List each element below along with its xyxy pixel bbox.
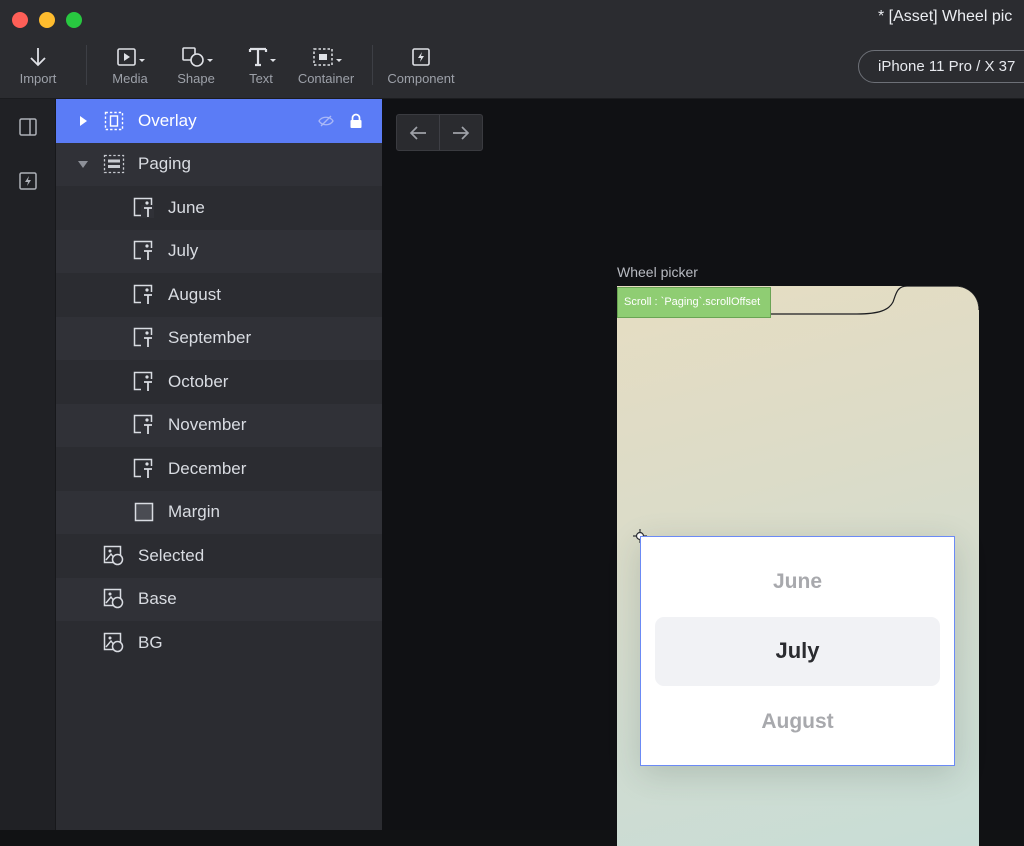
arrow-left-icon	[409, 125, 426, 140]
layer-row-selected[interactable]: Selected	[56, 534, 382, 578]
shape-button[interactable]: Shape	[173, 44, 219, 90]
text-layer-icon	[133, 284, 155, 306]
layer-row-margin[interactable]: Margin	[56, 490, 382, 534]
layer-row-october[interactable]: October	[56, 360, 382, 404]
text-layer-icon	[133, 458, 155, 480]
container-icon	[103, 110, 125, 132]
design-canvas[interactable]: Wheel picker Scroll : `Paging`.scrollOff…	[382, 99, 1024, 846]
text-icon	[242, 44, 280, 70]
wheel-picker[interactable]: June July August	[640, 536, 955, 766]
container-icon	[296, 44, 356, 70]
layer-row-base[interactable]: Base	[56, 577, 382, 621]
text-button[interactable]: Text	[242, 44, 280, 90]
import-button[interactable]: Import	[14, 44, 62, 90]
minimize-window-button[interactable]	[39, 12, 55, 28]
arrow-right-icon	[453, 125, 470, 140]
left-rail	[0, 99, 56, 830]
close-window-button[interactable]	[12, 12, 28, 28]
picker-item-selected[interactable]: July	[641, 638, 954, 664]
layer-row-july[interactable]: July	[56, 229, 382, 273]
shape-layer-icon	[103, 588, 125, 610]
media-icon	[107, 44, 153, 70]
component-button[interactable]: Component	[385, 44, 457, 90]
shape-icon	[173, 44, 219, 70]
forward-button[interactable]	[440, 115, 482, 150]
layer-row-november[interactable]: November	[56, 403, 382, 447]
rectangle-icon	[133, 501, 155, 523]
window-title: * [Asset] Wheel pic	[878, 8, 1013, 25]
layers-panel-icon[interactable]	[17, 116, 39, 138]
text-layer-icon	[133, 327, 155, 349]
components-panel-icon[interactable]	[17, 170, 39, 192]
text-layer-icon	[133, 414, 155, 436]
history-nav	[396, 114, 483, 151]
picker-item-above[interactable]: June	[641, 570, 954, 594]
text-layer-icon	[133, 197, 155, 219]
layer-row-september[interactable]: September	[56, 316, 382, 360]
layer-row-june[interactable]: June	[56, 186, 382, 230]
picker-item-below[interactable]: August	[641, 710, 954, 734]
layer-row-december[interactable]: December	[56, 447, 382, 491]
hidden-eye-icon[interactable]	[318, 113, 334, 129]
layer-row-paging[interactable]: Paging	[56, 142, 382, 186]
collapse-triangle-icon[interactable]	[77, 158, 89, 170]
shape-layer-icon	[103, 545, 125, 567]
paging-icon	[103, 153, 125, 175]
container-button[interactable]: Container	[296, 44, 356, 90]
toolbar-divider	[372, 45, 373, 85]
lock-icon[interactable]	[348, 113, 364, 129]
media-button[interactable]: Media	[107, 44, 153, 90]
layer-row-august[interactable]: August	[56, 273, 382, 317]
zoom-window-button[interactable]	[66, 12, 82, 28]
component-icon	[385, 44, 457, 70]
expand-triangle-icon[interactable]	[77, 115, 89, 127]
text-layer-icon	[133, 371, 155, 393]
layer-row-bg[interactable]: BG	[56, 621, 382, 665]
device-selector[interactable]: iPhone 11 Pro / X 37	[858, 50, 1024, 83]
title-toolbar: * [Asset] Wheel pic Import Media Shape T…	[0, 0, 1024, 99]
layer-row-overlay[interactable]: Overlay	[56, 99, 382, 143]
frame-label[interactable]: Wheel picker	[617, 264, 698, 280]
toolbar-divider	[86, 45, 87, 85]
shape-layer-icon	[103, 632, 125, 654]
back-button[interactable]	[397, 115, 439, 150]
arrow-down-icon	[14, 44, 62, 70]
scroll-interaction-badge[interactable]: Scroll : `Paging`.scrollOffset	[617, 287, 771, 318]
layers-panel: Overlay Paging June July August Septembe…	[56, 99, 382, 830]
text-layer-icon	[133, 240, 155, 262]
